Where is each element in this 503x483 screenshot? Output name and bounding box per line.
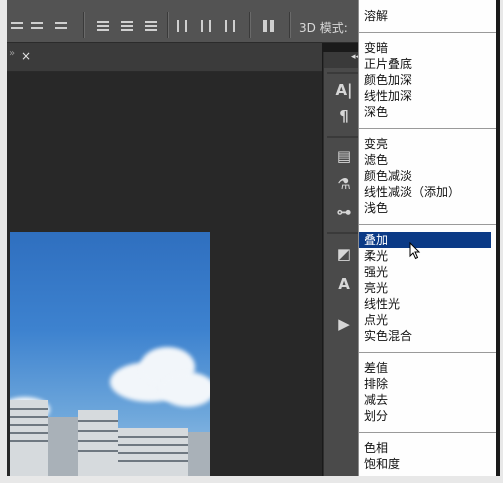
auto-align-layers-icon[interactable] xyxy=(261,19,277,33)
menu-item[interactable]: 饱和度 xyxy=(359,456,496,472)
menu-item[interactable]: 色相 xyxy=(359,440,496,456)
tab-overflow-icon[interactable]: » xyxy=(9,48,15,59)
canvas-area[interactable] xyxy=(7,72,322,476)
menu-item[interactable]: 溶解 xyxy=(359,8,496,24)
options-bar: 3D 模式: xyxy=(7,0,366,43)
divider xyxy=(289,12,291,38)
play-icon[interactable]: ▶ xyxy=(332,314,356,334)
close-tab-icon[interactable]: × xyxy=(21,49,31,63)
document-image xyxy=(10,232,210,476)
distribute-right-edges-icon[interactable] xyxy=(223,19,239,33)
paragraph-icon[interactable]: ¶ xyxy=(332,106,356,126)
menu-item[interactable]: 浅色 xyxy=(359,200,496,216)
menu-item[interactable]: 深色 xyxy=(359,104,496,120)
distribute-vertical-centers-icon[interactable] xyxy=(119,19,135,33)
align-right-edges-icon[interactable] xyxy=(53,19,69,33)
menu-item[interactable]: 减去 xyxy=(359,392,496,408)
blend-mode-menu: 溶解 变暗 正片叠底 颜色加深 线性加深 深色 变亮 滤色 颜色减淡 线性减淡（… xyxy=(358,0,496,476)
distribute-bottom-edges-icon[interactable] xyxy=(143,19,159,33)
document-tab-strip: » × xyxy=(7,43,322,72)
menu-item-selected[interactable]: 叠加 xyxy=(359,232,491,248)
menu-item[interactable]: 变暗 xyxy=(359,40,496,56)
menu-item[interactable]: 滤色 xyxy=(359,152,496,168)
divider xyxy=(249,12,251,38)
menu-item[interactable]: 正片叠底 xyxy=(359,56,496,72)
menu-item[interactable]: 点光 xyxy=(359,312,496,328)
menu-item[interactable]: 实色混合 xyxy=(359,328,496,344)
tool-presets-icon[interactable]: ⚗ xyxy=(332,174,356,194)
distribute-horizontal-centers-icon[interactable] xyxy=(199,19,215,33)
menu-item[interactable]: 线性加深 xyxy=(359,88,496,104)
distribute-left-edges-icon[interactable] xyxy=(175,19,191,33)
divider xyxy=(167,12,169,38)
menu-item[interactable]: 线性减淡（添加） xyxy=(359,184,496,200)
align-horizontal-centers-icon[interactable] xyxy=(29,19,45,33)
divider xyxy=(83,12,85,38)
menu-item[interactable]: 颜色减淡 xyxy=(359,168,496,184)
menu-item[interactable]: 线性光 xyxy=(359,296,496,312)
menu-item[interactable]: 颜色加深 xyxy=(359,72,496,88)
menu-item[interactable]: 排除 xyxy=(359,376,496,392)
3d-mode-label: 3D 模式: xyxy=(299,21,348,35)
menu-item[interactable]: 差值 xyxy=(359,360,496,376)
character-icon[interactable]: A| xyxy=(332,80,356,100)
layer-comps-icon[interactable]: ▤ xyxy=(332,146,356,166)
adjust-icon[interactable]: ⊶ xyxy=(332,202,356,222)
menu-item[interactable]: 划分 xyxy=(359,408,496,424)
menu-item[interactable]: 亮光 xyxy=(359,280,496,296)
menu-item[interactable]: 变亮 xyxy=(359,136,496,152)
distribute-top-edges-icon[interactable] xyxy=(95,19,111,33)
clone-source-icon[interactable]: ◩ xyxy=(332,244,356,264)
mouse-cursor-icon xyxy=(409,242,421,260)
align-left-edges-icon[interactable] xyxy=(9,19,25,33)
menu-item[interactable]: 强光 xyxy=(359,264,496,280)
menu-item[interactable]: 柔光 xyxy=(359,248,496,264)
character-styles-icon[interactable]: A xyxy=(332,274,356,294)
